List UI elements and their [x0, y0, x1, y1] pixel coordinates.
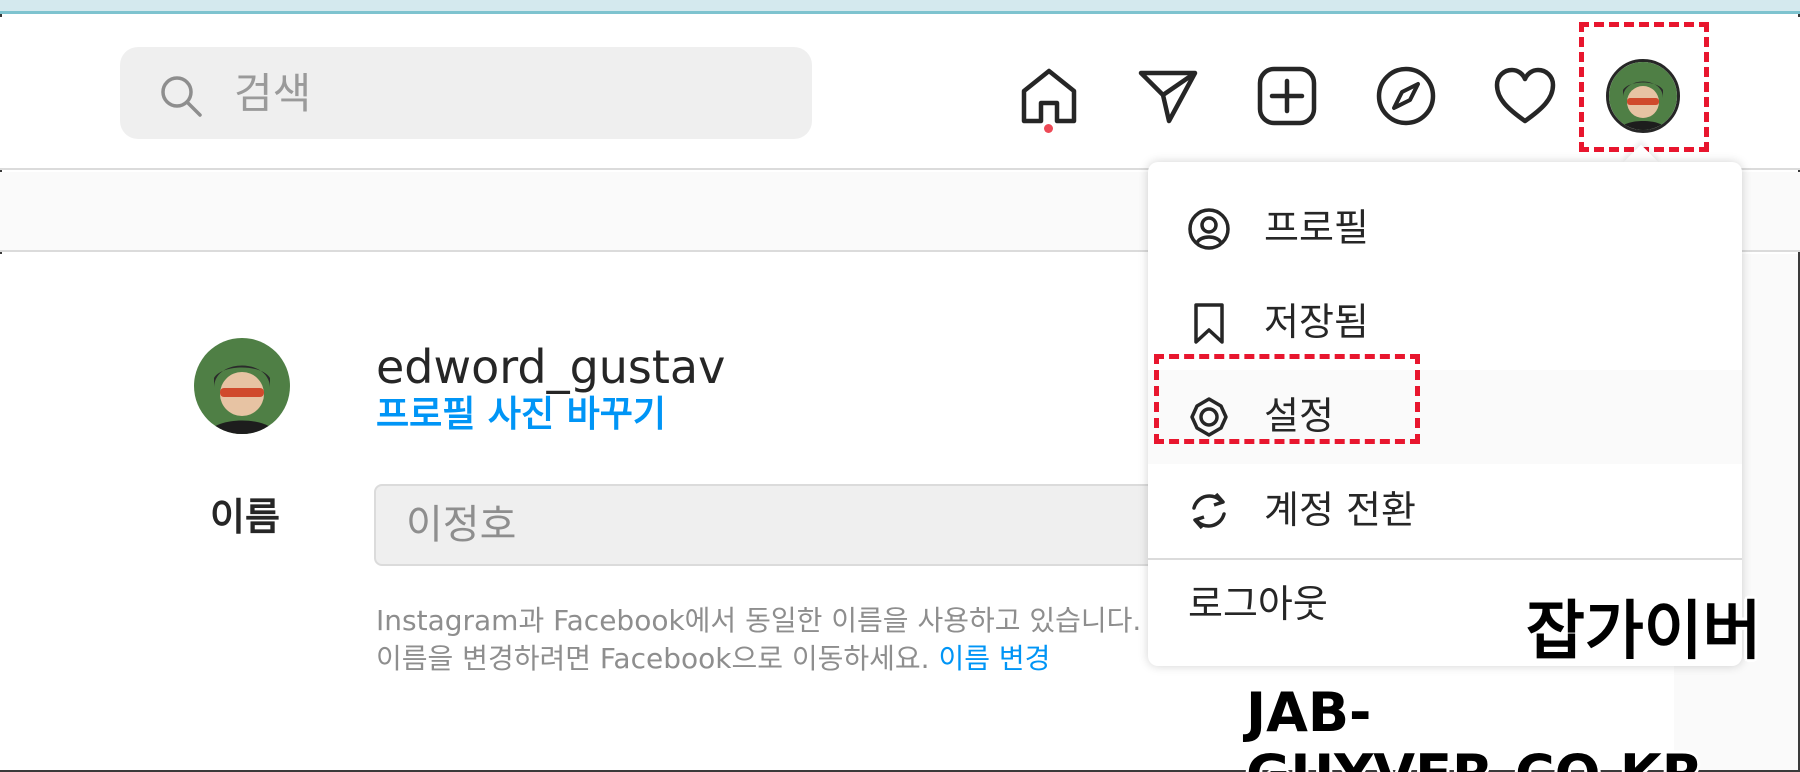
highlight-box-settings [1154, 354, 1420, 444]
profile-photo[interactable] [194, 338, 290, 434]
menu-label-saved: 저장됨 [1264, 300, 1369, 344]
name-help-text: Instagram과 Facebook에서 동일한 이름을 사용하고 있습니다.… [376, 602, 1156, 678]
watermark-url: JAB-GUYVER.CO.KR [1246, 681, 1703, 772]
top-navigation-bar: 검색 [0, 17, 1800, 170]
logout-button[interactable]: 로그아웃 [1188, 580, 1328, 628]
menu-divider [1148, 558, 1742, 560]
change-name-link[interactable]: 이름 변경 [938, 642, 1050, 675]
profile-circle-icon [1188, 208, 1230, 250]
name-field-value: 이정호 [406, 502, 517, 548]
menu-label-switch-account: 계정 전환 [1264, 488, 1416, 532]
change-profile-photo-link[interactable]: 프로필 사진 바꾸기 [376, 392, 666, 438]
menu-label-profile: 프로필 [1264, 206, 1369, 250]
search-box[interactable]: 검색 [120, 47, 812, 139]
home-icon[interactable] [1016, 63, 1082, 129]
search-icon [161, 76, 202, 117]
profile-photo-image [194, 338, 290, 434]
watermark-korean: 잡가이버 [1526, 595, 1762, 669]
activity-heart-icon[interactable] [1492, 63, 1558, 129]
bookmark-icon [1194, 303, 1224, 344]
highlight-box-avatar [1579, 22, 1709, 152]
new-post-icon[interactable] [1254, 63, 1320, 129]
browser-top-strip [0, 0, 1800, 14]
menu-item-profile[interactable]: 프로필 [1148, 182, 1742, 276]
switch-account-icon [1192, 492, 1226, 530]
username: edword_gustav [376, 340, 726, 394]
explore-icon[interactable] [1373, 63, 1439, 129]
notification-dot [1044, 124, 1053, 133]
name-field[interactable]: 이정호 [374, 484, 1174, 566]
direct-message-icon[interactable] [1135, 63, 1201, 129]
search-placeholder: 검색 [234, 69, 312, 118]
name-label: 이름 [210, 495, 280, 539]
menu-item-switch-account[interactable]: 계정 전환 [1148, 464, 1742, 558]
